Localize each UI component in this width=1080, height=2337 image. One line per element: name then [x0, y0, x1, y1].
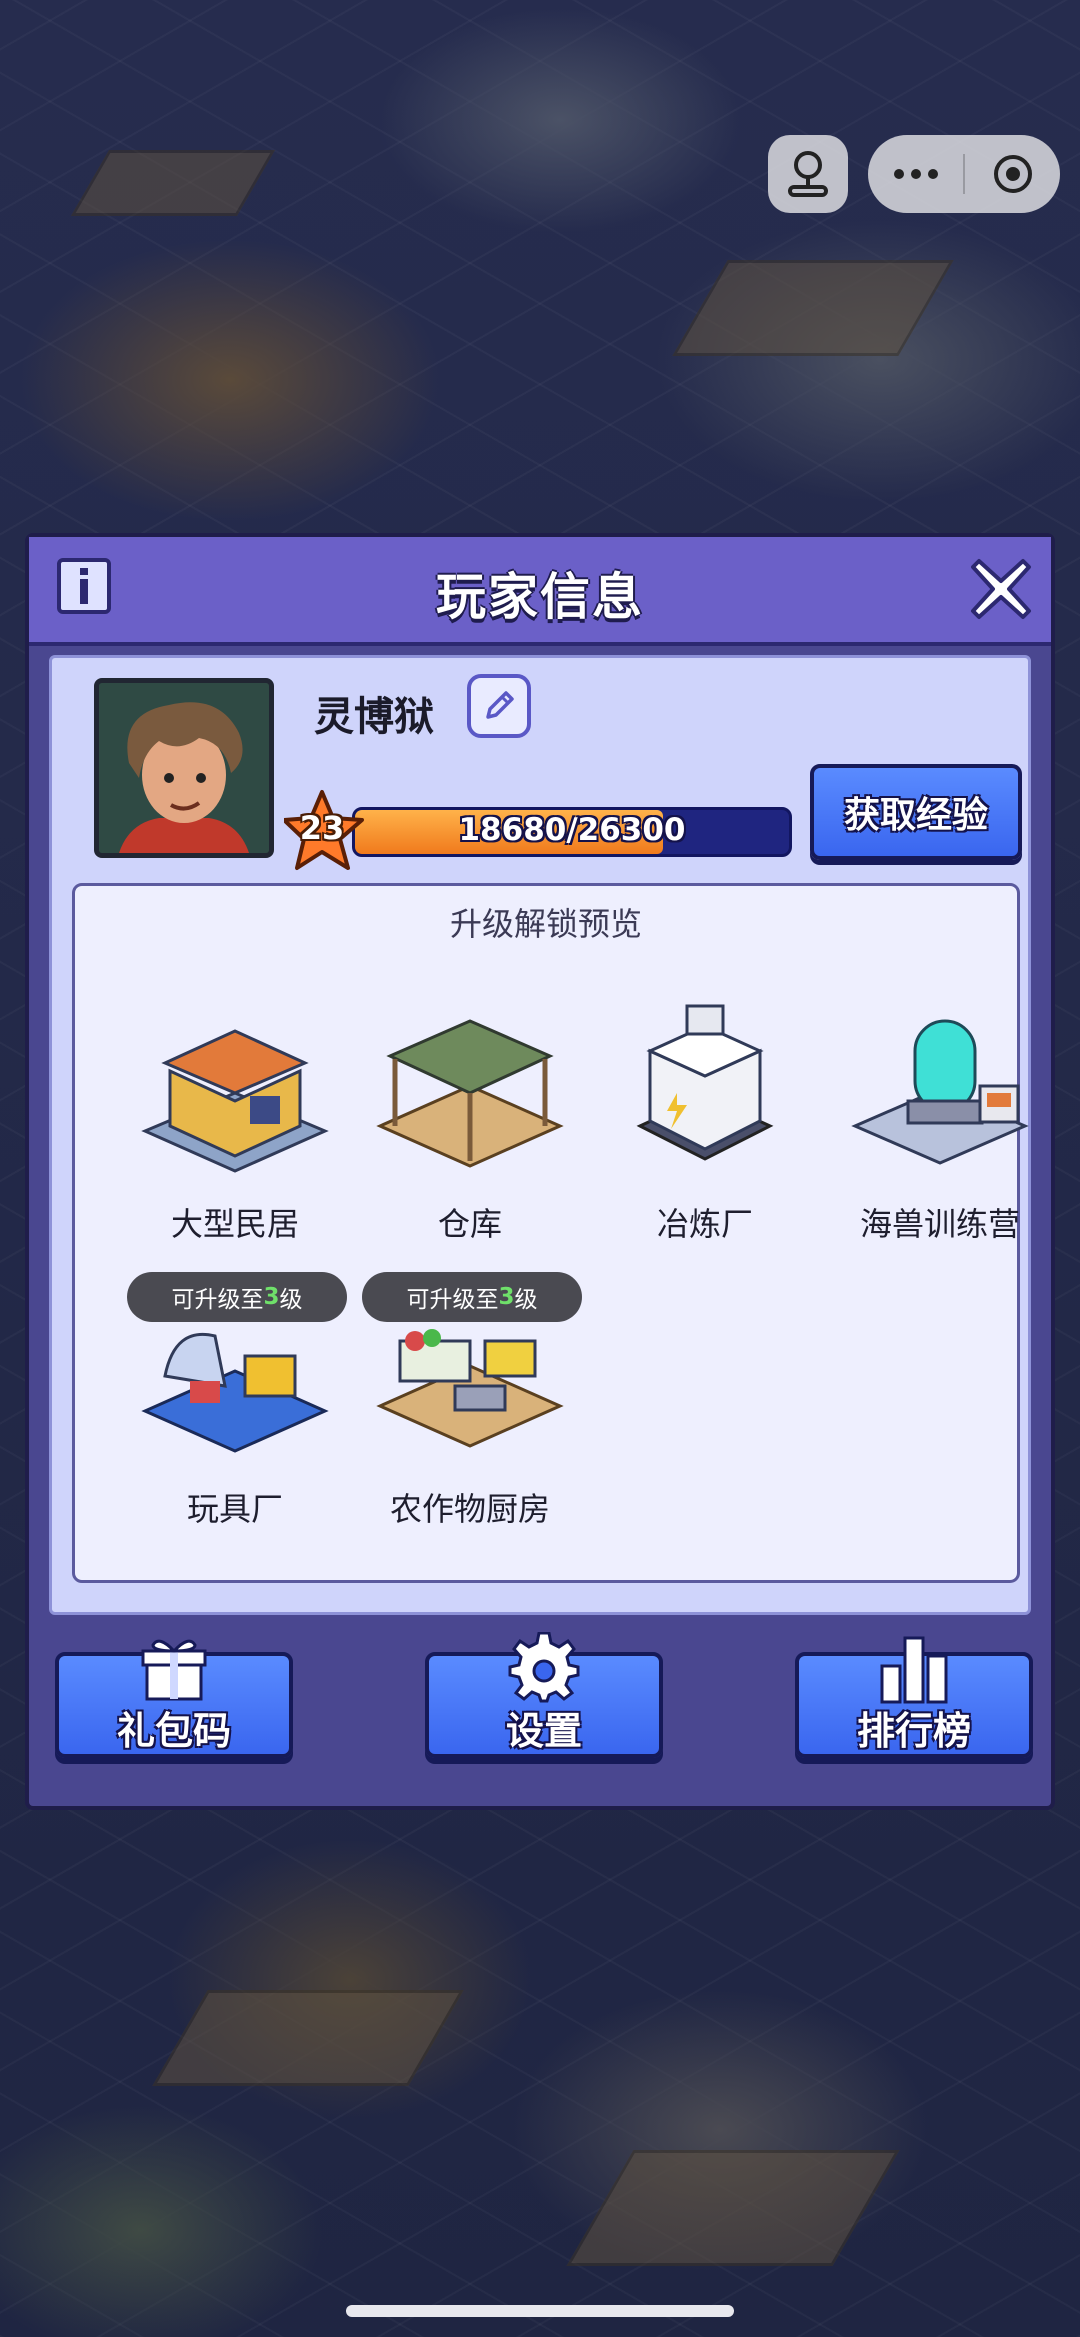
xp-progress-bar: 18680/26300 — [352, 807, 792, 857]
xp-text: 18680/26300 — [458, 812, 686, 848]
building-label: 仓库 — [437, 1205, 502, 1243]
gift-code-label: 礼包码 — [116, 1709, 231, 1753]
warehouse-art — [376, 1019, 564, 1168]
gift-icon — [138, 1632, 210, 1704]
more-button[interactable] — [868, 135, 963, 213]
joystick-icon — [788, 151, 828, 197]
gear-icon — [508, 1632, 580, 1704]
game-center-button[interactable] — [768, 135, 848, 213]
sea-beast-camp-art — [851, 1019, 1029, 1165]
bar-chart-icon — [878, 1632, 950, 1704]
upgrade-badge-suffix: 级 — [514, 1287, 538, 1313]
building-label: 冶炼厂 — [656, 1205, 753, 1243]
unlock-preview-title: 升级解锁预览 — [449, 905, 642, 943]
gift-code-button[interactable]: 礼包码 — [55, 1639, 293, 1758]
get-exp-button[interactable]: 获取经验 — [810, 764, 1022, 860]
smelter-art — [636, 1004, 774, 1161]
avatar[interactable] — [94, 678, 274, 858]
leaderboard-label: 排行榜 — [856, 1709, 971, 1753]
unlock-preview: 升级解锁预览 大型民居 仓库 冶炼厂 海兽训练营 可升级至 3 级 玩具厂 可升… — [72, 883, 1029, 1583]
building-item[interactable]: 可升级至 3 级 农作物厨房 — [360, 1272, 582, 1556]
panel-header: 玩家信息 — [29, 537, 1051, 646]
building-label: 海兽训练营 — [859, 1205, 1020, 1243]
upgrade-badge-level: 3 — [263, 1284, 280, 1310]
panel-title: 玩家信息 — [436, 568, 644, 626]
close-x-icon — [971, 559, 1031, 619]
pencil-icon — [486, 691, 514, 719]
settings-label: 设置 — [505, 1709, 582, 1753]
upgrade-badge-suffix: 级 — [279, 1287, 303, 1313]
edit-name-button[interactable] — [467, 674, 531, 738]
mini-program-capsule — [868, 135, 1060, 213]
building-label: 农作物厨房 — [389, 1490, 550, 1528]
building-label: 玩具厂 — [186, 1490, 283, 1528]
player-level: 23 — [299, 809, 345, 847]
building-item[interactable]: 可升级至 3 级 玩具厂 — [125, 1272, 347, 1556]
building-item[interactable]: 仓库 — [360, 1001, 580, 1271]
upgrade-badge: 可升级至 3 级 — [127, 1272, 347, 1322]
upgrade-badge-prefix: 可升级至 — [406, 1287, 499, 1313]
upgrade-badge-level: 3 — [498, 1284, 515, 1310]
upgrade-badge-prefix: 可升级至 — [171, 1287, 264, 1313]
player-portrait — [99, 683, 269, 853]
record-circle-icon — [993, 155, 1032, 193]
panel-content: 灵博狱 18680/26300 23 获取经验 升级解锁预览 大型民居 仓库 冶… — [49, 655, 1031, 1615]
more-dots-icon — [893, 169, 938, 179]
building-label: 大型民居 — [170, 1205, 299, 1243]
leaderboard-button[interactable]: 排行榜 — [795, 1636, 1033, 1758]
exit-button[interactable] — [965, 135, 1060, 213]
upgrade-badge: 可升级至 3 级 — [362, 1272, 582, 1322]
building-item[interactable]: 大型民居 — [125, 1001, 345, 1271]
home-indicator[interactable] — [346, 2305, 734, 2317]
close-button[interactable] — [965, 553, 1037, 625]
building-item[interactable]: 冶炼厂 — [595, 1001, 815, 1271]
settings-button[interactable]: 设置 — [425, 1632, 663, 1758]
player-name: 灵博狱 — [314, 694, 434, 740]
large-residence-art — [141, 1029, 329, 1173]
player-info-panel: 玩家信息 灵博狱 18680/26300 23 获取经验 升级解锁预览 大型民居… — [25, 533, 1055, 1810]
building-item[interactable]: 海兽训练营 — [830, 1001, 1050, 1271]
